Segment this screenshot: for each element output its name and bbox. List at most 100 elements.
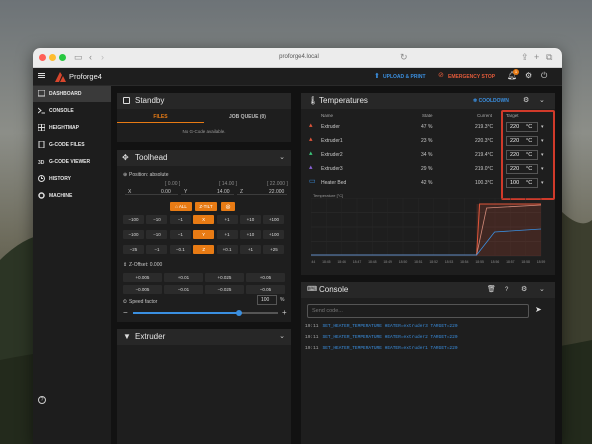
settings-icon[interactable]: ⚙	[523, 96, 529, 106]
share-icon[interactable]: ⇪	[521, 52, 529, 63]
position-mode: Position: absolute	[129, 172, 169, 178]
jog-button[interactable]: −10	[146, 230, 168, 239]
collapse-icon[interactable]: ⌄	[279, 333, 285, 341]
col-current: Current	[477, 113, 493, 118]
tabs-overview-icon[interactable]: ⧉	[546, 52, 552, 63]
z-offset-button[interactable]: −0.005	[123, 285, 162, 294]
speed-decrease-button[interactable]: −	[123, 309, 128, 317]
heater-name: Extruder2	[321, 152, 343, 158]
z-offset-label: Z-Offset: 0.000	[129, 262, 163, 268]
viewer-3d-icon: 3D	[38, 160, 45, 165]
speed-slider-thumb[interactable]	[235, 310, 242, 316]
jog-button[interactable]: +100	[263, 230, 285, 239]
jog-button[interactable]: +0.1	[216, 245, 238, 254]
jog-button[interactable]: −25	[123, 245, 144, 254]
jog-button[interactable]: +100	[263, 215, 285, 224]
close-window-button[interactable]	[39, 54, 46, 61]
url-bar[interactable]: proforge4.local	[219, 52, 379, 63]
speed-slider[interactable]	[133, 310, 278, 316]
axis-home-button[interactable]: Z	[193, 245, 215, 254]
emergency-stop-button[interactable]: EMERGENCY STOP	[448, 73, 495, 81]
help-icon[interactable]: ?	[38, 396, 46, 404]
x-tick-label: 18:51	[414, 260, 423, 264]
speed-icon: ⏲	[123, 299, 127, 305]
axis-home-button[interactable]: X	[193, 215, 215, 224]
trash-icon[interactable]: 🗑︎	[487, 285, 496, 295]
minimize-window-button[interactable]	[49, 54, 56, 61]
collapse-icon[interactable]: ⌄	[539, 97, 545, 105]
heater-current: 219.0°C	[475, 166, 494, 172]
printer-icon	[123, 97, 130, 104]
jog-button[interactable]: +1	[216, 230, 238, 239]
jog-button[interactable]: +10	[240, 230, 261, 239]
back-icon[interactable]: ‹	[89, 52, 92, 63]
speed-increase-button[interactable]: +	[282, 309, 287, 317]
history-icon	[38, 175, 45, 182]
forward-icon[interactable]: ›	[101, 52, 104, 63]
console-text: SET_HEATER_TEMPERATURE HEATER=extruder2 …	[322, 335, 458, 340]
menu-icon[interactable]	[38, 73, 45, 74]
home-all-button[interactable]: ⌂ ALL	[170, 202, 192, 211]
speed-factor-input[interactable]: 100	[257, 295, 277, 305]
nav-heightmap[interactable]: HEIGHTMAP	[33, 120, 111, 136]
jog-button[interactable]: −100	[123, 230, 144, 239]
console-input[interactable]	[307, 304, 529, 318]
nav-history[interactable]: HISTORY	[33, 171, 111, 187]
new-tab-icon[interactable]: +	[534, 52, 539, 63]
jog-button[interactable]: −0.1	[169, 245, 191, 254]
nav-gcode-files[interactable]: G-CODE FILES	[33, 137, 111, 153]
console-card: ⌨ Console 🗑︎ ? ⚙ ⌄ ➤ 19:11SET_HEATER_TEM…	[301, 282, 555, 444]
nav-gcode-viewer[interactable]: 3D G-CODE VIEWER	[33, 154, 111, 170]
console-title: Console	[319, 285, 349, 294]
upload-print-button[interactable]: UPLOAD & PRINT	[383, 73, 426, 81]
cooldown-button[interactable]: ❄ COOLDOWN	[473, 97, 509, 105]
jog-button[interactable]: −100	[123, 215, 144, 224]
jog-button[interactable]: −1	[169, 230, 191, 239]
jog-button[interactable]: +10	[240, 215, 261, 224]
sidebar-toggle-icon[interactable]: ▭	[74, 52, 83, 63]
power-icon[interactable]: ⏻	[541, 71, 547, 81]
reload-icon[interactable]: ↻	[400, 52, 408, 63]
z-offset-button[interactable]: −0.025	[205, 285, 244, 294]
send-icon[interactable]: ➤	[535, 305, 542, 315]
jog-button[interactable]: +25	[263, 245, 285, 254]
console-line: 19:11 SET_HEATER_TEMPERATURE HEATER=extru…	[305, 335, 458, 341]
z-offset-button[interactable]: −0.05	[246, 285, 285, 294]
z-offset-button[interactable]: +0.05	[246, 273, 285, 282]
axis-home-button[interactable]: Y	[193, 230, 215, 239]
settings-icon[interactable]: ⚙	[525, 71, 532, 81]
jog-button[interactable]: −10	[146, 215, 168, 224]
heater-name: Extruder3	[321, 166, 343, 172]
jog-button[interactable]: +1	[240, 245, 261, 254]
nav-console[interactable]: CONSOLE	[33, 103, 111, 119]
console-header: ⌨ Console 🗑︎ ? ⚙ ⌄	[301, 282, 555, 298]
collapse-icon[interactable]: ⌄	[539, 286, 545, 294]
help-icon[interactable]: ?	[505, 285, 508, 295]
settings-icon[interactable]: ⚙	[521, 285, 527, 295]
zoom-window-button[interactable]	[59, 54, 66, 61]
heater-icon: ▭	[309, 178, 316, 185]
heater-current: 220.3°C	[475, 138, 494, 144]
nav-dashboard[interactable]: DASHBOARD	[33, 86, 111, 102]
heater-state: 34 %	[421, 152, 433, 158]
z-offset-button[interactable]: +0.025	[205, 273, 244, 282]
logo-icon	[55, 72, 66, 82]
tab-job-queue[interactable]: JOB QUEUE (0)	[204, 111, 291, 123]
jog-button[interactable]: −1	[146, 245, 168, 254]
motor-off-icon: ⨂	[225, 204, 231, 209]
motors-off-button[interactable]: ⨂	[221, 202, 235, 211]
z-offset-button[interactable]: +0.005	[123, 273, 162, 282]
browser-toolbar: ▭ ‹ › proforge4.local ↻ ⇪ + ⧉	[33, 48, 562, 68]
x-tick-label: 18:50	[399, 260, 408, 264]
z-tilt-button[interactable]: Z-TILT	[195, 202, 217, 211]
tab-files[interactable]: FILES	[117, 111, 204, 123]
collapse-icon[interactable]: ⌄	[279, 154, 285, 162]
target-highlight-box	[501, 110, 555, 200]
jog-button[interactable]: +1	[216, 215, 238, 224]
heater-current: 219.4°C	[475, 152, 494, 158]
nav-machine[interactable]: MACHINE	[33, 188, 111, 204]
jog-button[interactable]: −1	[169, 215, 191, 224]
z-offset-button[interactable]: +0.01	[164, 273, 203, 282]
z-offset-button[interactable]: −0.01	[164, 285, 203, 294]
x-tick-label: 18:59	[537, 260, 546, 264]
